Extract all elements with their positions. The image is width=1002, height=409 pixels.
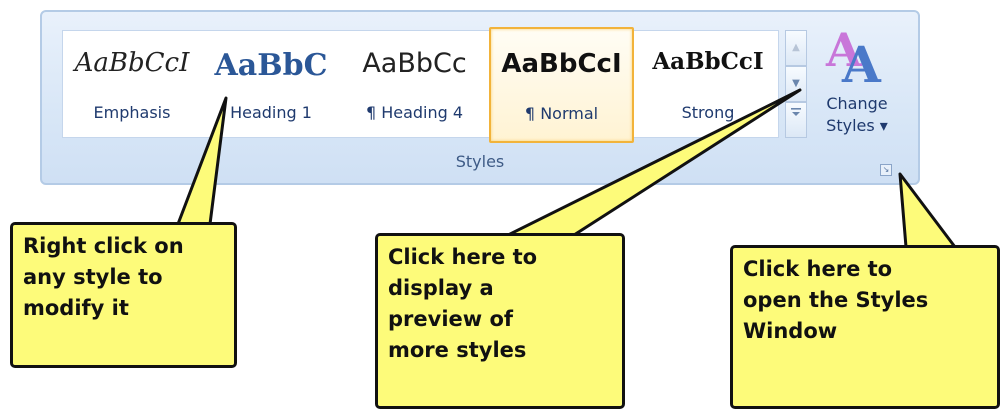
callout-pointer-2	[506, 88, 802, 237]
callout-pointer-1	[176, 96, 228, 226]
callout-more-styles: Click here to display a preview of more …	[375, 233, 625, 409]
callout-modify-style: Right click on any style to modify it	[10, 222, 237, 368]
callout-styles-window: Click here to open the Styles Window	[730, 245, 1000, 409]
callout-pointer-3	[898, 172, 957, 249]
